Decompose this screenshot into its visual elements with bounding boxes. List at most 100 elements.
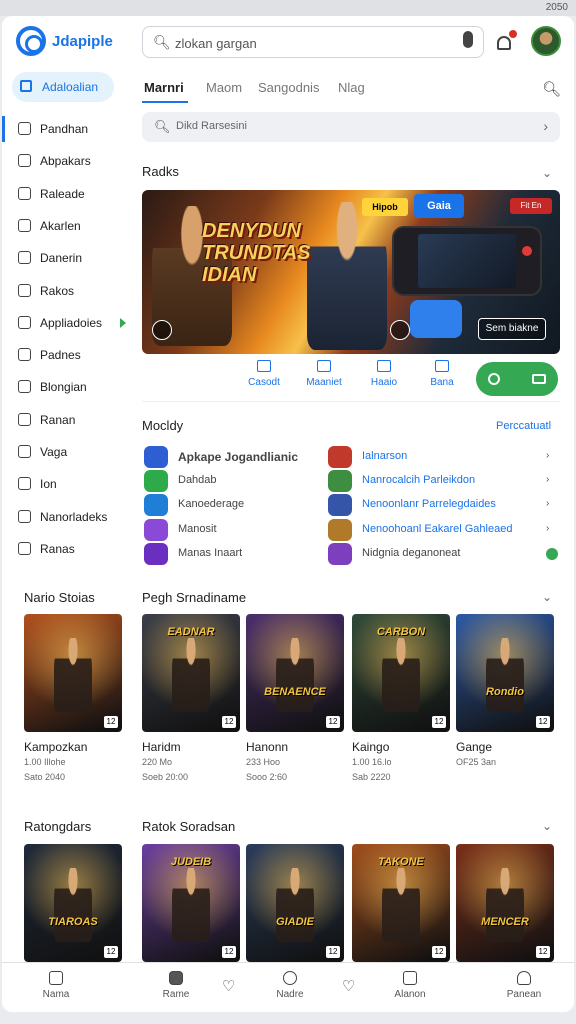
game-card[interactable]: JUDEIB 12: [142, 844, 240, 962]
text-icon: [435, 360, 449, 372]
search-icon[interactable]: 🔍︎: [542, 80, 561, 98]
library-icon: [403, 971, 417, 985]
cover-character: [276, 868, 314, 942]
tab-3[interactable]: Sangodnis: [258, 80, 319, 95]
green-action-button[interactable]: [476, 362, 558, 396]
sidebar-item-7[interactable]: Appliadoies: [2, 310, 137, 336]
banner-button[interactable]: Sem biakne: [478, 318, 546, 340]
cover-title: BENAENCE: [264, 686, 326, 698]
app-name: Nenoonlanr Parrelegdaides: [362, 498, 496, 511]
play-icon[interactable]: [152, 320, 172, 340]
mic-icon[interactable]: [463, 31, 473, 48]
app-name: Nanrocalcih Parleikdon: [362, 474, 476, 487]
phone-icon: [488, 373, 500, 385]
sidebar-item-4[interactable]: Akarlen: [2, 213, 137, 239]
game-card[interactable]: BENAENCE 12 Hanonn 233 Hoo Sooo 2:60: [246, 614, 344, 784]
action-maaniet[interactable]: Maaniet: [294, 360, 354, 388]
nav-item[interactable]: Rame: [146, 971, 206, 1000]
chevron-right-icon: ›: [546, 498, 550, 510]
smile-icon: [18, 348, 31, 362]
age-rating-badge: 12: [432, 946, 446, 958]
nav-label: Panean: [506, 989, 542, 1000]
age-rating-badge: 12: [536, 716, 550, 728]
search-input[interactable]: zlokan gargan: [175, 36, 257, 51]
rail-title: Pegh Srnadiname: [142, 590, 247, 605]
sidebar-item-label: Adaloalian: [42, 80, 99, 94]
game-cover: Rondio 12: [456, 614, 554, 732]
game-card[interactable]: Rondio 12 Gange OF25 3an: [456, 614, 554, 784]
sidebar-item-active[interactable]: Adaloalian: [12, 72, 114, 102]
sidebar-item-label: Ranas: [40, 541, 75, 556]
notification-badge: [509, 30, 517, 38]
list-icon: [18, 154, 31, 168]
action-label: Maaniet: [306, 377, 342, 388]
apps-link[interactable]: Perccatuatl: [496, 420, 551, 432]
cover-title: MENCER: [481, 916, 529, 928]
play-icon[interactable]: [390, 320, 410, 340]
tiles-icon: [18, 509, 31, 523]
sidebar-item-label: Ion: [40, 477, 57, 492]
search-bar[interactable]: 🔍︎ zlokan gargan: [142, 26, 484, 58]
tab-4[interactable]: Nlag: [338, 80, 365, 95]
person-icon: [283, 971, 297, 985]
action-label: Casodt: [248, 377, 280, 388]
sidebar-item-label: Abpakars: [40, 154, 91, 169]
sidebar-item-5[interactable]: Danerin: [2, 245, 137, 271]
tab-1[interactable]: Marnri: [144, 80, 184, 95]
heart-icon[interactable]: ♡: [222, 977, 235, 995]
sidebar-item-9[interactable]: Blongian: [2, 374, 137, 400]
game-card[interactable]: GIADIE 12: [246, 844, 344, 962]
sidebar-item-6[interactable]: Rakos: [2, 278, 137, 304]
sidebar-item-3[interactable]: Raleade: [2, 181, 137, 207]
sidebar-item-1[interactable]: Pandhan: [2, 116, 137, 142]
game-card[interactable]: MENCER 12: [456, 844, 554, 962]
app-icon: [144, 470, 168, 493]
nav-item[interactable]: Alanon: [380, 971, 440, 1000]
game-card[interactable]: TAKONE 12: [352, 844, 450, 962]
cover-title: GIADIE: [276, 916, 314, 928]
chevron-right-icon: ›: [543, 118, 548, 134]
avatar[interactable]: [531, 26, 561, 56]
sidebar-item-8[interactable]: Padnes: [2, 342, 137, 368]
action-haaio[interactable]: Haaio: [354, 360, 414, 388]
featured-banner[interactable]: DENYDUN TRUNDTAS IDIAN Hipob Gaia Fit En…: [142, 190, 560, 354]
app-list-item[interactable]: Nenoohoanl Eakarel Gahleaed ›: [328, 518, 558, 541]
app-list-item[interactable]: Ialnarson ›: [328, 446, 558, 468]
sidebar-item-13[interactable]: Nanorladeks: [2, 504, 137, 530]
app-list-item[interactable]: Nanrocalcih Parleikdon ›: [328, 470, 558, 493]
chevron-right-icon: ›: [546, 522, 550, 534]
nav-item[interactable]: Panean: [494, 971, 554, 1000]
chevron-down-icon[interactable]: ⌄: [542, 166, 552, 180]
app-list-item[interactable]: Nenoonlanr Parrelegdaides ›: [328, 494, 558, 517]
nav-item[interactable]: Nama: [26, 971, 86, 1000]
logo-icon[interactable]: [16, 26, 46, 56]
filter-bar[interactable]: 🔍︎ Dikd Rarsesini ›: [142, 112, 560, 142]
age-rating-badge: 12: [432, 716, 446, 728]
action-bana[interactable]: Bana: [412, 360, 472, 388]
sidebar-item-14[interactable]: Ranas: [2, 536, 137, 562]
search-icon: 🔍︎: [154, 119, 171, 134]
bell-icon[interactable]: [497, 36, 511, 50]
action-casodt[interactable]: Casodt: [234, 360, 294, 388]
game-card[interactable]: EADNAR 12 Haridm 220 Mo Soeb 20:00: [142, 614, 240, 784]
app-list-item[interactable]: Nidgnia deganoneat: [328, 542, 558, 565]
game-card[interactable]: 12 Kampozkan 1.00 Illohe Sato 2040: [24, 614, 122, 784]
message-icon: [532, 374, 546, 384]
game-meta: 1.00 Illohe: [24, 757, 66, 767]
chevron-down-icon[interactable]: ⌄: [542, 590, 552, 604]
nav-item[interactable]: Nadre: [260, 971, 320, 1000]
sidebar-item-11[interactable]: Vaga: [2, 439, 137, 465]
console-image: [392, 226, 542, 296]
sidebar-item-12[interactable]: Ion: [2, 471, 137, 497]
tab-2[interactable]: Maom: [206, 80, 242, 95]
heart-icon[interactable]: ♡: [342, 977, 355, 995]
file-icon: [18, 218, 31, 232]
sidebar-item-10[interactable]: Ranan: [2, 407, 137, 433]
sidebar-item-2[interactable]: Abpakars: [2, 148, 137, 174]
chevron-down-icon[interactable]: ⌄: [542, 819, 552, 833]
age-rating-badge: 12: [536, 946, 550, 958]
book-icon: [18, 283, 31, 297]
game-cover: TAKONE 12: [352, 844, 450, 962]
game-card[interactable]: CARBON 12 Kaingo 1.00 16.lo Sab 2220: [352, 614, 450, 784]
game-card[interactable]: TIAROAS 12: [24, 844, 122, 962]
